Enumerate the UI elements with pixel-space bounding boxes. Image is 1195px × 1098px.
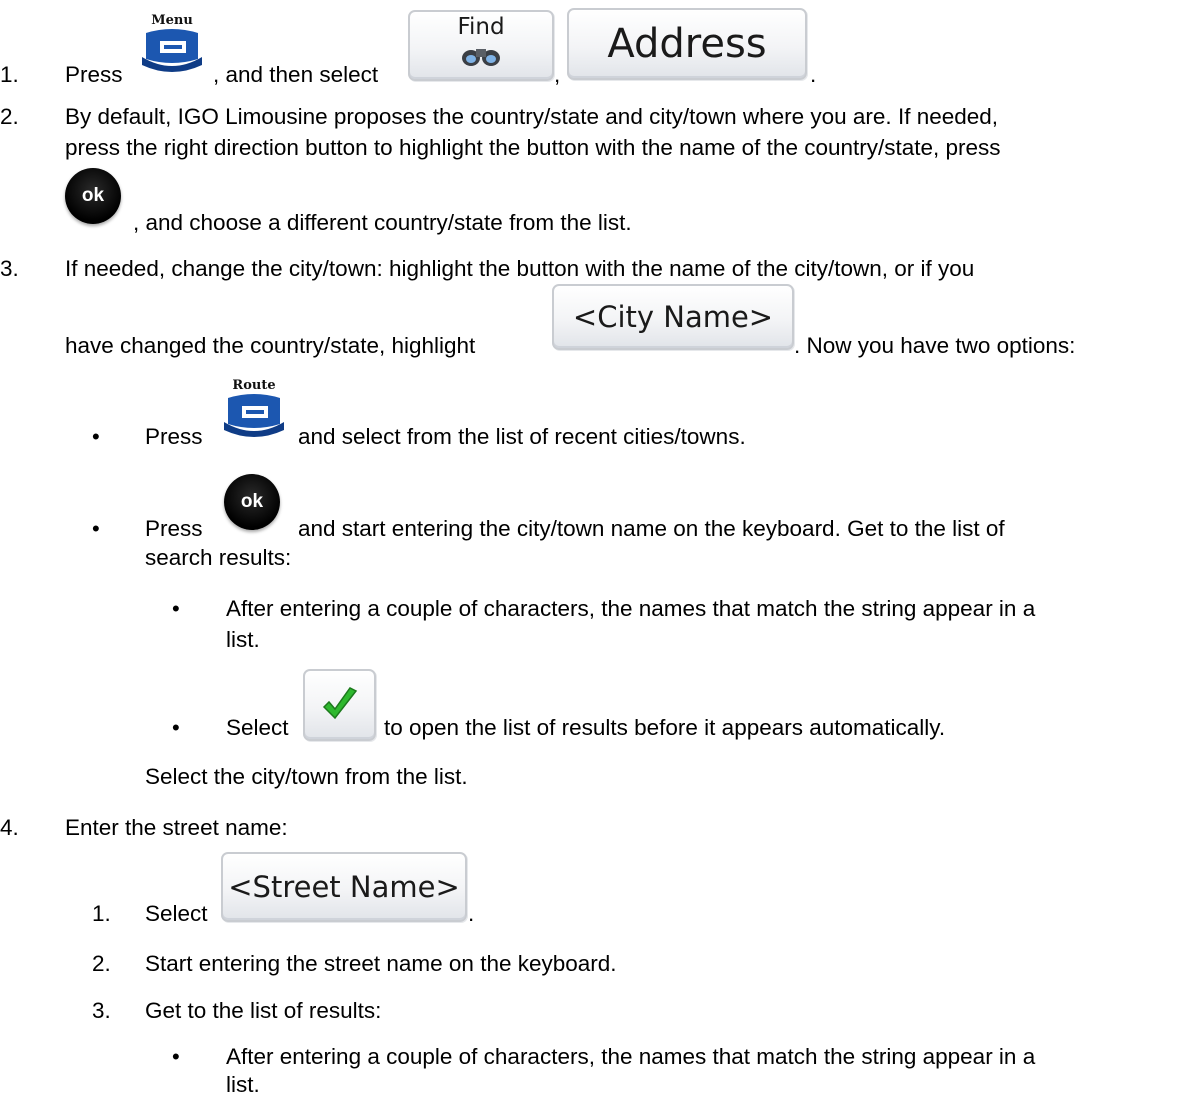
substep-1-select: Select [145,901,208,926]
substep-2-text: Start entering the street name on the ke… [145,951,617,976]
substep-3-number: 3. [92,998,111,1023]
subbullet-1-line-1: After entering a couple of characters, t… [226,596,1036,621]
manual-page: 1. Press Menu , and then select Find , A… [0,0,1195,1097]
bullet: • [92,516,100,541]
ok-button-icon: ok [224,474,280,530]
route-icon-caption: Route [232,378,276,393]
subbullet-2-select: Select [226,715,289,740]
city-name-button[interactable]: <City Name> [552,284,794,350]
option-1-text: and select from the list of recent citie… [298,424,746,449]
step-1-comma: , [554,62,561,87]
step-4-subbullet-line-1: After entering a couple of characters, t… [226,1044,1036,1069]
street-name-button[interactable]: <Street Name> [221,852,467,922]
menu-folder-icon [142,29,202,72]
route-icon: Route [222,379,286,438]
step-2-line-3: , and choose a different country/state f… [133,210,632,235]
option-2-text: and start entering the city/town name on… [298,516,1005,541]
substep-1-number: 1. [92,901,111,926]
step-2-line-1: By default, IGO Limousine proposes the c… [65,104,999,129]
subbullet-1-line-2: list. [226,627,260,652]
step-4-subbullet-line-2: list. [226,1072,260,1097]
route-folder-icon [224,394,284,437]
select-city-text: Select the city/town from the list. [145,764,468,789]
menu-icon-caption: Menu [151,13,193,28]
binoculars-icon [462,49,500,66]
step-1-period: . [810,62,817,87]
bullet: • [172,715,180,740]
step-3-line-1: If needed, change the city/town: highlig… [65,256,975,281]
substep-3-text: Get to the list of results: [145,998,382,1023]
step-1-number: 1. [0,62,19,87]
step-2-number: 2. [0,104,19,129]
bullet: • [172,596,180,621]
substep-1-period: . [468,901,475,926]
step-4-title: Enter the street name: [65,815,288,840]
option-1-press: Press [145,424,203,449]
step-4-number: 4. [0,815,19,840]
step-3-number: 3. [0,256,19,281]
step-1-then-select: , and then select [213,62,379,87]
bullet: • [172,1044,180,1069]
confirm-check-button[interactable] [303,669,376,741]
option-2-press: Press [145,516,203,541]
menu-icon: Menu [140,14,204,73]
step-3-line-2a: have changed the country/state, highligh… [65,333,476,358]
step-3-line-2b: . Now you have two options: [794,333,1076,358]
bullet: • [92,424,100,449]
address-button[interactable]: Address [567,8,807,80]
find-caption: Find [457,14,505,40]
subbullet-2-text: to open the list of results before it ap… [384,715,946,740]
step-1-press: Press [65,62,123,87]
option-2-text-2: search results: [145,545,292,570]
substep-2-number: 2. [92,951,111,976]
find-button[interactable]: Find [408,10,554,81]
checkmark-icon [322,687,357,720]
step-2-line-2: press the right direction button to high… [65,135,1001,160]
ok-button-icon: ok [65,168,121,224]
